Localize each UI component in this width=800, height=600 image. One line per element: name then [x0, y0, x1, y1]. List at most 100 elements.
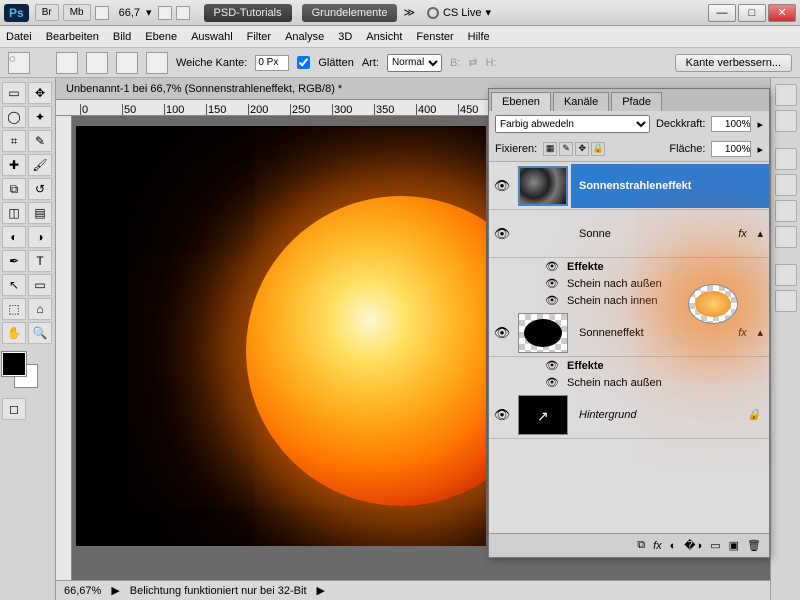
mask-icon[interactable]: ◐	[670, 540, 677, 552]
menu-bild[interactable]: Bild	[113, 31, 131, 43]
screen-drop-icon[interactable]	[176, 6, 190, 20]
status-zoom[interactable]: 66,67%	[64, 585, 101, 597]
menu-fenster[interactable]: Fenster	[416, 31, 453, 43]
fx-header[interactable]: 👁Effekte	[489, 357, 769, 374]
dock-hist-icon[interactable]	[775, 290, 797, 312]
menu-ebene[interactable]: Ebene	[145, 31, 177, 43]
eyedrop-tool[interactable]: ✎	[28, 130, 52, 152]
panel-tab-pfade[interactable]: Pfade	[611, 92, 662, 111]
3d-tool[interactable]: ⬚	[2, 298, 26, 320]
fg-color[interactable]	[2, 352, 26, 376]
dodge-tool[interactable]: ◑	[28, 226, 52, 248]
hand-tool[interactable]: ✋	[2, 322, 26, 344]
link-icon[interactable]: ⧉	[637, 539, 645, 552]
zoom-value[interactable]: 66,7	[119, 7, 140, 19]
dock-adjust-icon[interactable]	[775, 148, 797, 170]
sel-add-icon[interactable]	[86, 52, 108, 74]
blend-mode-select[interactable]: Farbig abwedeln	[495, 115, 650, 133]
quickmask-icon[interactable]: ◻	[2, 398, 26, 420]
view-drop-icon[interactable]	[95, 6, 109, 20]
opacity-input[interactable]	[711, 116, 751, 132]
eraser-tool[interactable]: ◫	[2, 202, 26, 224]
document[interactable]	[76, 126, 486, 546]
layer-row[interactable]: 👁 Sonne fx▴	[489, 210, 769, 258]
workspace-tab-2[interactable]: Grundelemente	[302, 4, 398, 22]
layer-row[interactable]: 👁 Hintergrund 🔒	[489, 391, 769, 439]
move-tool[interactable]: ✥	[28, 82, 52, 104]
dock-swatches-icon[interactable]	[775, 110, 797, 132]
menu-analyse[interactable]: Analyse	[285, 31, 324, 43]
history-tool[interactable]: ↺	[28, 178, 52, 200]
layer-name[interactable]: Sonne	[571, 212, 727, 256]
arrange-drop-icon[interactable]	[158, 6, 172, 20]
dock-mask-icon[interactable]	[775, 174, 797, 196]
close-button[interactable]: ✕	[768, 4, 796, 22]
lock-trans-icon[interactable]: ▦	[543, 142, 557, 156]
panel-tab-ebenen[interactable]: Ebenen	[491, 92, 551, 111]
lasso-tool[interactable]: ◯	[2, 106, 26, 128]
layer-thumb[interactable]	[518, 166, 568, 206]
bridge-badge[interactable]: Br	[35, 4, 59, 21]
menu-auswahl[interactable]: Auswahl	[191, 31, 233, 43]
cslive-button[interactable]: CS Live ▾	[427, 6, 491, 19]
visibility-icon[interactable]: 👁	[489, 178, 515, 194]
feather-input[interactable]	[255, 55, 289, 71]
menu-filter[interactable]: Filter	[247, 31, 271, 43]
marquee-tool[interactable]: ▭	[2, 82, 26, 104]
fx-header[interactable]: 👁Effekte	[489, 258, 769, 275]
fill-input[interactable]	[711, 141, 751, 157]
menu-datei[interactable]: Datei	[6, 31, 32, 43]
crop-tool[interactable]: ⌗	[2, 130, 26, 152]
workspace-more-icon[interactable]: ≫	[403, 6, 415, 19]
maximize-button[interactable]: □	[738, 4, 766, 22]
path-tool[interactable]: ↖	[2, 274, 26, 296]
tool-preset-icon[interactable]: ◌	[8, 52, 30, 74]
menu-bearbeiten[interactable]: Bearbeiten	[46, 31, 99, 43]
layer-name[interactable]: Hintergrund	[571, 393, 739, 437]
blur-tool[interactable]: ◐	[2, 226, 26, 248]
trash-icon[interactable]: 🗑	[747, 539, 761, 552]
color-swatch[interactable]	[2, 352, 42, 392]
layer-thumb[interactable]	[518, 395, 568, 435]
layer-row[interactable]: 👁 Sonnenstrahleneffekt	[489, 162, 769, 210]
fx-icon[interactable]: fx	[653, 540, 662, 552]
sel-int-icon[interactable]	[146, 52, 168, 74]
refine-edge-button[interactable]: Kante verbessern...	[675, 54, 792, 72]
dock-color-icon[interactable]	[775, 84, 797, 106]
dock-char-icon[interactable]	[775, 226, 797, 248]
sel-new-icon[interactable]	[56, 52, 78, 74]
menu-3d[interactable]: 3D	[338, 31, 352, 43]
brush-tool[interactable]: 🖌	[28, 154, 52, 176]
folder-icon[interactable]: ▭	[710, 539, 720, 552]
fx-item[interactable]: 👁Schein nach außen	[489, 374, 769, 391]
antialias-checkbox[interactable]	[297, 56, 310, 69]
new-layer-icon[interactable]: ▣	[729, 539, 739, 552]
adjust-icon[interactable]: �◑	[684, 539, 702, 552]
shape-tool[interactable]: ▭	[28, 274, 52, 296]
fx-badge[interactable]: fx	[727, 228, 757, 240]
gradient-tool[interactable]: ▤	[28, 202, 52, 224]
sel-sub-icon[interactable]	[116, 52, 138, 74]
lock-pixel-icon[interactable]: ✎	[559, 142, 573, 156]
pen-tool[interactable]: ✒	[2, 250, 26, 272]
layer-thumb[interactable]	[518, 313, 568, 353]
type-tool[interactable]: T	[28, 250, 52, 272]
3dcam-tool[interactable]: ⌂	[28, 298, 52, 320]
style-select[interactable]: Normal	[387, 54, 442, 72]
heal-tool[interactable]: ✚	[2, 154, 26, 176]
dock-nav-icon[interactable]	[775, 264, 797, 286]
zoom-tool[interactable]: 🔍	[28, 322, 52, 344]
panel-tab-kanaele[interactable]: Kanäle	[553, 92, 609, 111]
dock-brush-icon[interactable]	[775, 200, 797, 222]
workspace-tab-1[interactable]: PSD-Tutorials	[204, 4, 292, 22]
wand-tool[interactable]: ✦	[28, 106, 52, 128]
minibridge-badge[interactable]: Mb	[63, 4, 91, 21]
visibility-icon[interactable]: 👁	[489, 407, 515, 423]
visibility-icon[interactable]: 👁	[489, 325, 515, 341]
layer-name[interactable]: Sonnenstrahleneffekt	[571, 164, 769, 208]
lock-pos-icon[interactable]: ✥	[575, 142, 589, 156]
minimize-button[interactable]: —	[708, 4, 736, 22]
layer-thumb[interactable]	[688, 284, 738, 324]
visibility-icon[interactable]: 👁	[489, 226, 515, 242]
lock-all-icon[interactable]: 🔒	[591, 142, 605, 156]
